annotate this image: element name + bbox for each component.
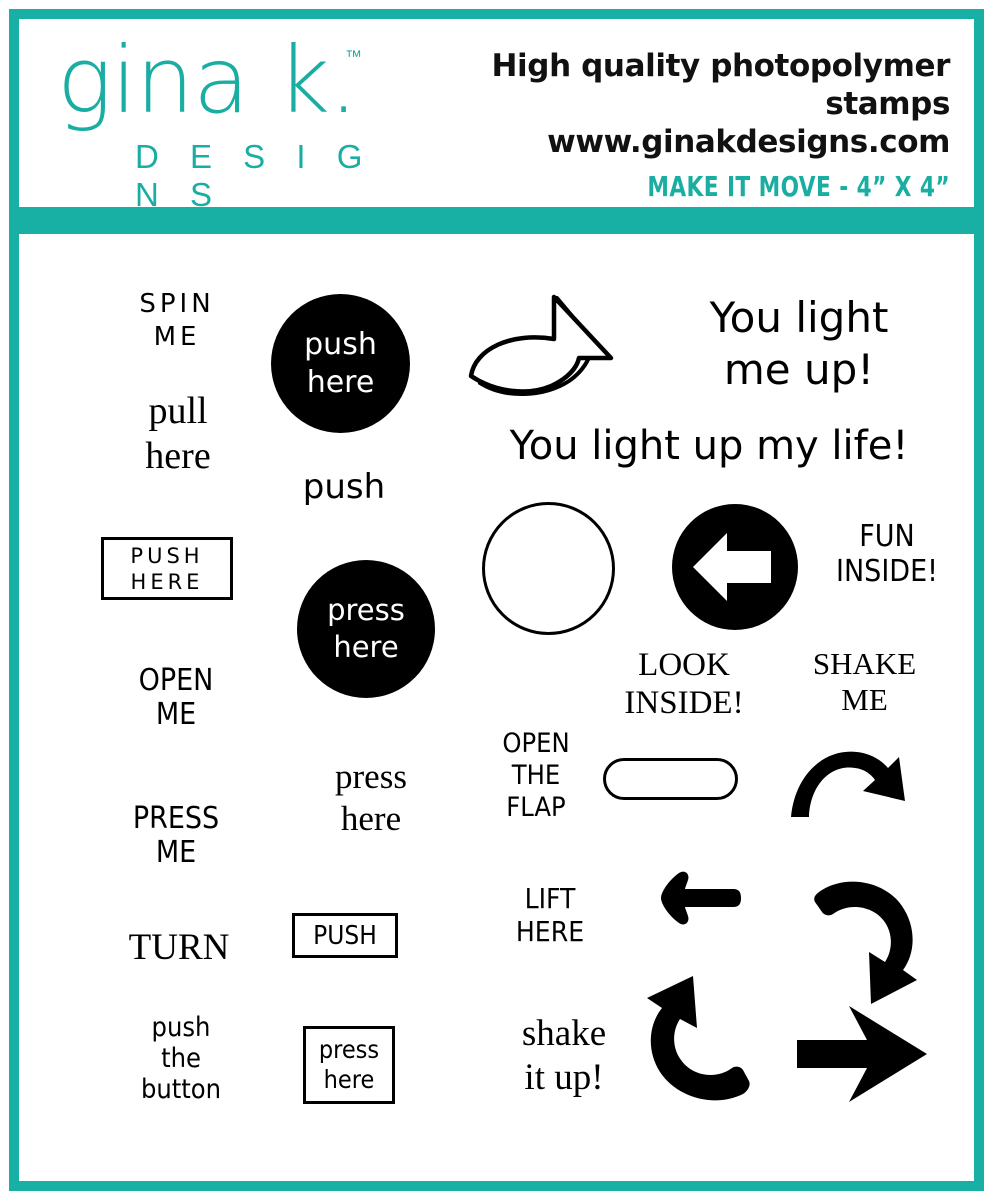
stamp-sheet-page: gina k. ™ D E S I G N S High quality pho…	[0, 0, 993, 1200]
open-the-flap-line-3: FLAP	[506, 792, 566, 823]
logo-subtitle: D E S I G N S	[135, 138, 374, 213]
press-here-circle-line-2: here	[333, 630, 399, 664]
turn-label: TURN	[128, 927, 230, 968]
gina-k-designs-logo: gina k. ™ D E S I G N S	[57, 27, 397, 214]
stamp-press-here-serif: press here	[291, 756, 451, 840]
teal-divider-bar	[19, 207, 974, 234]
tagline-quality: High quality photopolymer stamps	[491, 48, 951, 122]
stamp-press-here-circle: press here	[297, 560, 435, 698]
open-the-flap-line-1: OPEN	[502, 728, 570, 759]
short-left-arrow-icon	[657, 870, 743, 926]
you-light-me-up-line-1: You light	[709, 293, 889, 342]
curved-arrow-up-outline-icon	[459, 292, 634, 407]
header-text-block: High quality photopolymer stamps www.gin…	[370, 47, 951, 203]
stamp-you-light-me-up: You light me up!	[669, 292, 929, 396]
push-the-button-line-2: the	[161, 1043, 201, 1074]
spin-me-line-1: SPIN	[139, 289, 215, 319]
push-the-button-line-1: push	[151, 1012, 211, 1043]
lift-here-line-1: LIFT	[524, 882, 576, 915]
press-here-serif-line-2: here	[340, 799, 402, 838]
lift-here-line-2: HERE	[515, 915, 585, 948]
shake-me-line-1: SHAKE	[812, 646, 917, 681]
look-inside-line-1: LOOK	[638, 647, 730, 683]
you-light-up-my-life-label: You light up my life!	[509, 423, 909, 469]
press-here-box-line-2: here	[323, 1065, 375, 1094]
pull-here-line-2: here	[145, 435, 211, 477]
open-the-flap-line-2: THE	[511, 760, 561, 791]
website-url: www.ginakdesigns.com	[547, 124, 950, 160]
stamp-press-here-boxed: press here	[303, 1026, 395, 1104]
open-me-line-2: ME	[155, 697, 197, 732]
push-here-box-line-2: HERE	[130, 569, 204, 594]
circle-outline-icon	[482, 502, 615, 635]
push-here-box-line-1: PUSH	[130, 543, 204, 568]
stamp-push-word: push	[279, 467, 409, 507]
press-here-serif-line-1: press	[335, 757, 407, 796]
you-light-me-up-line-2: me up!	[723, 345, 875, 394]
stamp-spin-me: SPIN ME	[107, 288, 247, 354]
push-box-label: PUSH	[313, 920, 377, 951]
press-me-line-2: ME	[155, 835, 197, 870]
push-the-button-line-3: button	[140, 1074, 222, 1105]
stamp-open-the-flap: OPEN THE FLAP	[461, 728, 611, 824]
push-here-circle-line-1: push	[304, 326, 377, 362]
push-word-label: push	[302, 467, 386, 507]
logo-wordmark: gina k.	[57, 27, 358, 134]
stamp-push-here-circle: push here	[271, 294, 410, 433]
stamp-you-light-up-my-life: You light up my life!	[474, 422, 944, 470]
shake-it-up-line-2: it up!	[524, 1057, 604, 1098]
stamp-turn: TURN	[99, 927, 259, 969]
stamp-push-the-button: push the button	[91, 1012, 271, 1105]
spin-me-line-2: ME	[153, 322, 201, 352]
stamp-look-inside: LOOK INSIDE!	[599, 646, 769, 722]
product-name-size: MAKE IT MOVE - 4” X 4”	[647, 170, 950, 203]
stamp-press-me: PRESS ME	[101, 802, 251, 870]
press-here-box-line-1: press	[318, 1035, 380, 1064]
stamp-image-area: SPIN ME pull here PUSH HERE OPEN ME PRES…	[19, 234, 974, 1181]
look-inside-line-2: INSIDE!	[624, 685, 744, 721]
circle-left-arrow-icon	[671, 503, 799, 631]
curved-arrow-up-left-icon	[643, 976, 765, 1108]
brand-header: gina k. ™ D E S I G N S High quality pho…	[19, 19, 974, 214]
stamp-shake-it-up: shake it up!	[469, 1012, 659, 1100]
bold-right-arrow-icon	[791, 1004, 931, 1104]
fun-inside-line-1: FUN	[859, 519, 915, 554]
shake-me-line-2: ME	[841, 682, 888, 717]
stamp-push-boxed: PUSH	[292, 913, 398, 958]
pull-here-line-1: pull	[148, 390, 208, 432]
press-me-line-1: PRESS	[132, 801, 220, 836]
push-here-circle-line-2: here	[306, 364, 375, 400]
shake-it-up-line-1: shake	[521, 1013, 607, 1054]
curved-arrow-down-right-icon	[799, 878, 919, 1008]
open-me-line-1: OPEN	[138, 663, 214, 698]
stamp-lift-here: LIFT HERE	[475, 882, 625, 948]
press-here-circle-line-1: press	[327, 593, 405, 627]
stamp-shake-me: SHAKE ME	[787, 646, 942, 718]
fun-inside-line-2: INSIDE!	[836, 554, 938, 589]
stamp-pull-here: pull here	[103, 389, 253, 479]
stamp-push-here-boxed: PUSH HERE	[101, 537, 233, 600]
trademark-icon: ™	[345, 47, 362, 66]
curved-arrow-right-icon	[787, 739, 911, 821]
stamp-open-me: OPEN ME	[101, 664, 251, 732]
stamp-fun-inside: FUN INSIDE!	[807, 519, 967, 589]
pill-outline-icon	[603, 758, 738, 800]
